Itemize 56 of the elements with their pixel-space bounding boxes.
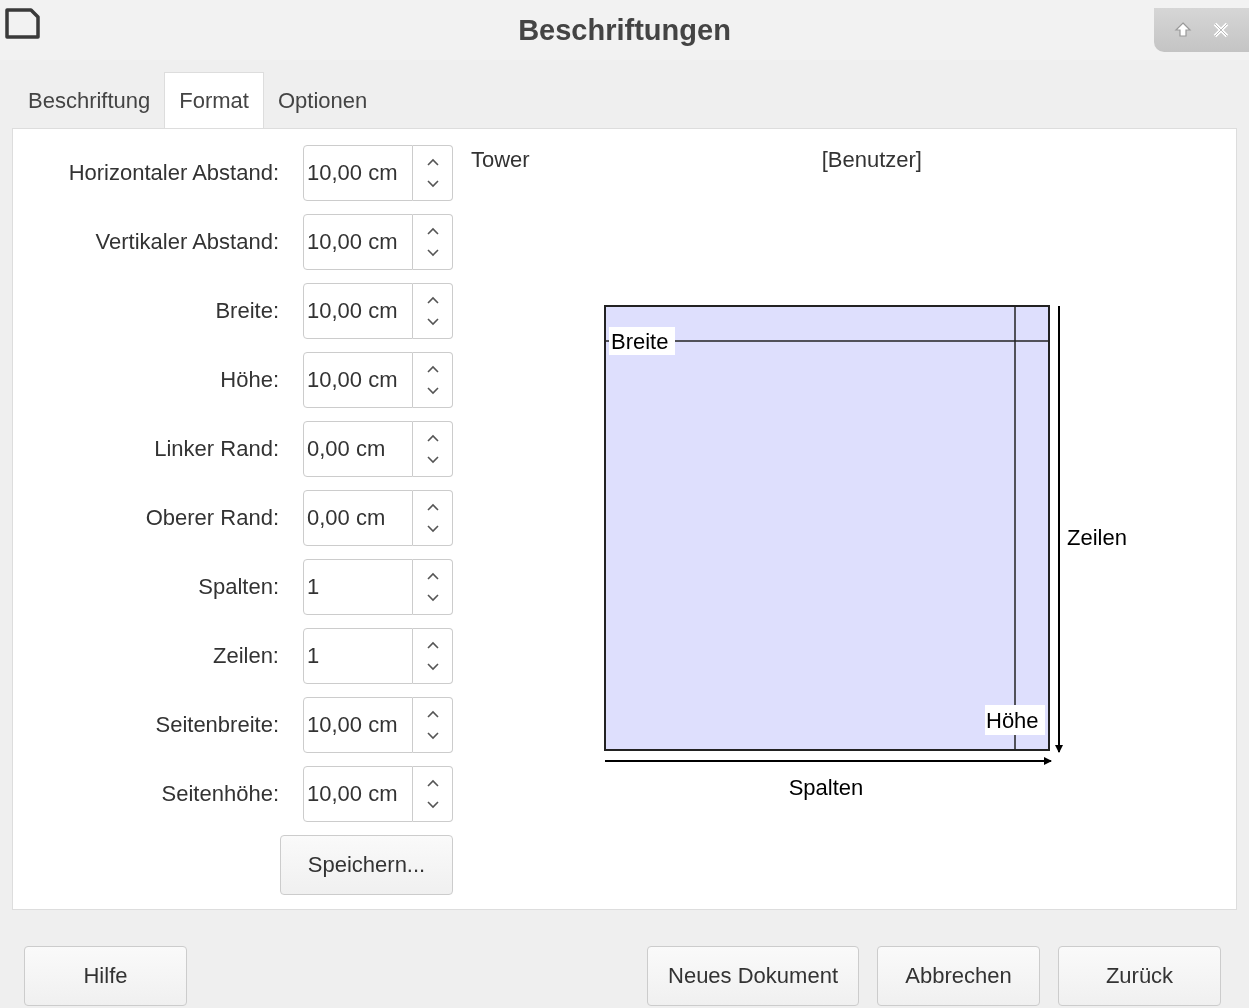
input-field[interactable]: 10,00 cm (303, 145, 413, 201)
field-label: Seitenbreite: (155, 712, 279, 738)
field-label: Linker Rand: (154, 436, 279, 462)
input-field[interactable]: 10,00 cm (303, 352, 413, 408)
chevron-down-icon[interactable] (425, 317, 440, 326)
label-brand: Tower (471, 147, 530, 173)
back-button[interactable]: Zurück (1058, 946, 1221, 1006)
chevron-down-icon[interactable] (425, 248, 440, 257)
tab[interactable]: Optionen (264, 74, 382, 128)
chevron-down-icon[interactable] (425, 731, 440, 740)
chevron-down-icon[interactable] (425, 386, 440, 395)
input-field[interactable]: 1 (303, 628, 413, 684)
columns-label: Spalten (788, 775, 864, 800)
field-label: Seitenhöhe: (161, 781, 279, 807)
new-document-button[interactable]: Neues Dokument (647, 946, 859, 1006)
chevron-up-icon[interactable] (425, 641, 440, 650)
input-field[interactable]: 10,00 cm (303, 697, 413, 753)
chevron-up-icon[interactable] (425, 710, 440, 719)
input-field[interactable]: 10,00 cm (303, 283, 413, 339)
chevron-up-icon[interactable] (425, 503, 440, 512)
field-label: Horizontaler Abstand: (68, 160, 279, 186)
chevron-down-icon[interactable] (425, 524, 440, 533)
input-field[interactable]: 0,00 cm (303, 421, 413, 477)
input-field[interactable]: 1 (303, 559, 413, 615)
width-label: Breite (611, 329, 669, 354)
chevron-up-icon[interactable] (425, 365, 440, 374)
chevron-down-icon[interactable] (425, 593, 440, 602)
save-button[interactable]: Speichern... (280, 835, 453, 895)
field-label: Höhe: (220, 367, 279, 393)
field-label: Oberer Rand: (145, 505, 279, 531)
field-label: Zeilen: (212, 643, 279, 669)
chevron-up-icon[interactable] (425, 779, 440, 788)
label-type: [Benutzer] (821, 147, 922, 173)
help-button[interactable]: Hilfe (24, 946, 187, 1006)
arrow-up-icon[interactable] (1173, 21, 1192, 39)
field-label: Vertikaler Abstand: (95, 229, 279, 255)
chevron-up-icon[interactable] (425, 227, 440, 236)
chevron-down-icon[interactable] (425, 455, 440, 464)
height-label: Höhe (986, 708, 1039, 733)
field-label: Spalten: (198, 574, 279, 600)
chevron-down-icon[interactable] (425, 800, 440, 809)
chevron-up-icon[interactable] (425, 434, 440, 443)
input-field[interactable]: 10,00 cm (303, 766, 413, 822)
chevron-up-icon[interactable] (425, 296, 440, 305)
tab[interactable]: Format (164, 72, 264, 128)
chevron-down-icon[interactable] (425, 662, 440, 671)
chevron-down-icon[interactable] (425, 179, 440, 188)
rows-label: Zeilen (1067, 525, 1127, 550)
chevron-up-icon[interactable] (425, 572, 440, 581)
chevron-up-icon[interactable] (425, 158, 440, 167)
cancel-button[interactable]: Abbrechen (877, 946, 1040, 1006)
tab[interactable]: Beschriftung (14, 74, 165, 128)
input-field[interactable]: 0,00 cm (303, 490, 413, 546)
window-title: Beschriftungen (518, 13, 731, 47)
field-label: Breite: (215, 298, 279, 324)
input-field[interactable]: 10,00 cm (303, 214, 413, 270)
